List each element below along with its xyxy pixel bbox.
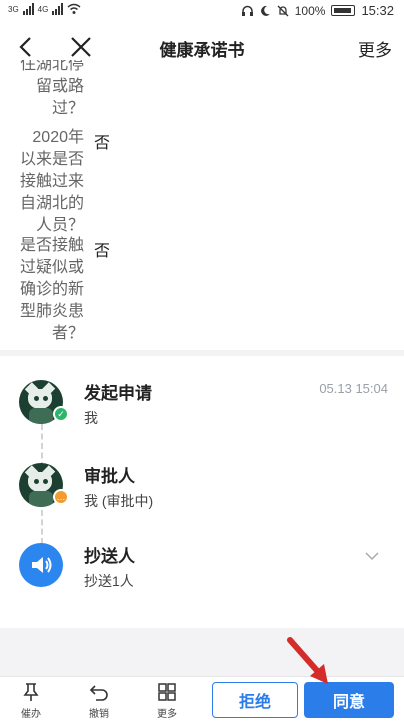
approved-check-icon: ✓ [53, 406, 69, 422]
question-label: 住湖北停 留或路 过？ [19, 60, 84, 117]
pin-icon [23, 683, 39, 701]
moon-icon [260, 5, 270, 16]
status-right: 100% 15:32 [241, 3, 394, 18]
battery-icon [331, 5, 356, 16]
question-label: 是否接触 过疑似或 确诊的新 型肺炎患 者？ [19, 237, 84, 342]
answer-value: 否 [94, 243, 111, 260]
step-subtitle: 我 [84, 410, 98, 426]
chevron-down-icon[interactable] [364, 550, 380, 562]
speaker-icon [19, 543, 63, 587]
flow-connector [41, 424, 43, 468]
urge-button[interactable]: 催办 [8, 679, 54, 723]
undo-icon [89, 685, 108, 701]
clock: 15:32 [361, 3, 394, 18]
red-arrow-annotation [287, 637, 328, 684]
battery-percent: 100% [294, 3, 326, 18]
revoke-button[interactable]: 撤销 [76, 679, 122, 723]
network-label-1: 3G [8, 4, 19, 14]
wifi-icon [67, 3, 81, 14]
network-label-2: 4G [37, 4, 49, 14]
signal-icon-2 [52, 3, 64, 15]
signal-icon [22, 3, 34, 15]
step-subtitle: 抄送1人 [84, 573, 134, 589]
pending-dots-icon: … [53, 489, 69, 505]
more-tools-button[interactable]: 更多 [144, 679, 190, 723]
question-label: 2020年 以来是否 接触过来 自湖北的 人员？ [19, 129, 84, 234]
signal-group: 3G 4G [8, 3, 81, 15]
step-title: 审批人 [84, 467, 135, 486]
grid-icon [158, 683, 176, 701]
page-title: 健康承诺书 [159, 41, 245, 60]
answer-value: 否 [94, 135, 111, 152]
step-title: 发起申请 [84, 384, 152, 403]
headset-icon [241, 5, 253, 16]
mute-bell-icon [277, 5, 289, 16]
bottom-action-bar: 催办 撤销 更多 拒绝 同意 [0, 676, 404, 725]
status-bar: 3G 4G 100% 15:32 [0, 0, 404, 22]
step-subtitle: 我 (审批中) [84, 493, 154, 509]
more-menu-button[interactable]: 更多 [358, 36, 392, 61]
step-time: 05.13 15:04 [319, 381, 388, 396]
form-card: 住湖北停 留或路 过？ 2020年 以来是否 接触过来 自湖北的 人员？ 否 是… [0, 60, 404, 350]
step-title: 抄送人 [84, 547, 135, 566]
flow-connector [41, 510, 43, 544]
